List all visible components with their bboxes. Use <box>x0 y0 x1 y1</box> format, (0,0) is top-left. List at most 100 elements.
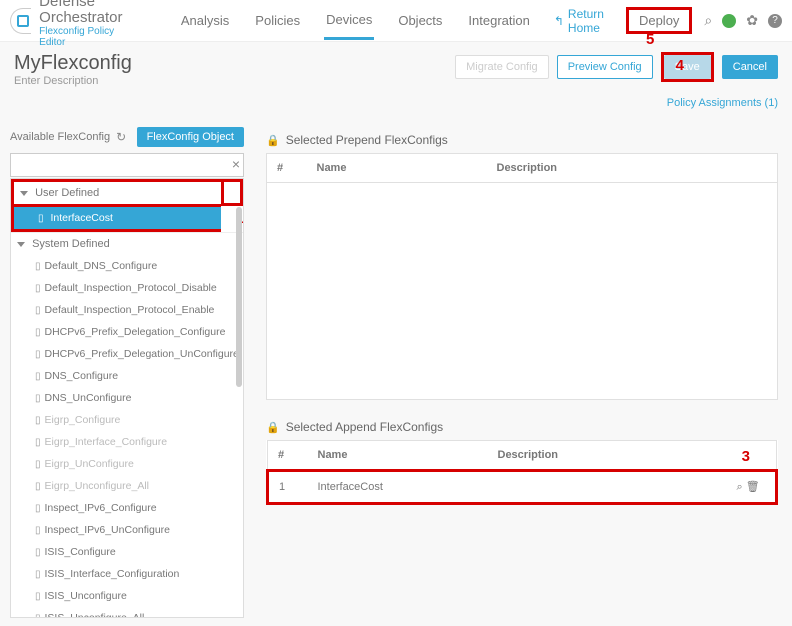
scrollbar-thumb[interactable] <box>236 207 242 387</box>
brand-title: Defense Orchestrator <box>39 0 139 26</box>
tree-item[interactable]: ▯DHCPv6_Prefix_Delegation_Configure <box>11 321 243 343</box>
lock-icon: 🔒 <box>266 421 280 434</box>
cloud-logo-icon <box>10 8 31 34</box>
nav-integration[interactable]: Integration <box>466 3 531 38</box>
col-name: Name <box>307 154 487 183</box>
help-icon[interactable]: ? <box>768 14 782 28</box>
flexconfig-search-input[interactable] <box>10 153 244 177</box>
prepend-empty-body <box>277 191 767 391</box>
flexconfig-item-icon: ▯ <box>35 591 41 602</box>
page-subtitle: Enter Description <box>14 75 132 87</box>
tree-item[interactable]: ▯ISIS_Configure <box>11 541 243 563</box>
save-button[interactable]: Save <box>664 55 711 79</box>
search-icon[interactable]: ⌕ <box>704 12 712 29</box>
flexconfig-item-icon: ▯ <box>35 525 41 536</box>
return-arrow-icon: ↰ <box>554 14 564 28</box>
append-table: # Name Description 1 InterfaceCost ⌕ 🗑 <box>266 440 778 505</box>
gear-icon[interactable]: ✿ <box>746 12 758 29</box>
flexconfig-object-button[interactable]: FlexConfig Object <box>137 127 244 147</box>
available-flexconfig-label: Available FlexConfig <box>10 131 110 143</box>
tree-item[interactable]: ▯Default_DNS_Configure <box>11 255 243 277</box>
tree-item[interactable]: ▯Eigrp_Configure <box>11 409 243 431</box>
right-panel: 🔒 Selected Prepend FlexConfigs # Name De… <box>252 119 792 626</box>
page-actions: Migrate Config Preview Config Save 4 Can… <box>455 52 778 82</box>
tree-item[interactable]: ▯ISIS_Unconfigure_All <box>11 607 243 618</box>
col-actions <box>727 441 777 471</box>
tree-item[interactable]: ▯Eigrp_Interface_Configure <box>11 431 243 453</box>
refresh-icon[interactable]: ↻ <box>116 130 126 144</box>
flexconfig-item-icon: ▯ <box>35 547 41 558</box>
nav-analysis[interactable]: Analysis <box>179 3 231 38</box>
group-system-defined[interactable]: System Defined <box>11 232 243 255</box>
page-bar: MyFlexconfig Enter Description Migrate C… <box>0 42 792 93</box>
callout-3: 3 <box>742 448 750 465</box>
col-num: # <box>267 154 307 183</box>
tree-item[interactable]: ▯Default_Inspection_Protocol_Enable <box>11 299 243 321</box>
brand-subtitle: Flexconfig Policy Editor <box>39 26 139 48</box>
col-actions <box>728 154 778 183</box>
tree-item[interactable]: ▯DHCPv6_Prefix_Delegation_UnConfigure <box>11 343 243 365</box>
return-home-link[interactable]: ↰ Return Home <box>554 7 604 35</box>
chevron-down-icon <box>17 242 25 247</box>
tree-item[interactable]: ▯DNS_Configure <box>11 365 243 387</box>
flexconfig-item-icon: ▯ <box>35 437 41 448</box>
row-name: InterfaceCost <box>308 471 488 504</box>
chevron-down-icon <box>20 191 28 196</box>
app-header: Defense Orchestrator Flexconfig Policy E… <box>0 0 792 42</box>
nav-deploy[interactable]: Deploy <box>626 7 692 34</box>
cancel-button[interactable]: Cancel <box>722 55 778 79</box>
col-num: # <box>268 441 308 471</box>
tree-item[interactable]: ▯Inspect_IPv6_Configure <box>11 497 243 519</box>
migrate-config-button[interactable]: Migrate Config <box>455 55 549 79</box>
nav-policies[interactable]: Policies <box>253 3 302 38</box>
flexconfig-item-icon: ▯ <box>35 305 41 316</box>
clear-search-icon[interactable]: × <box>232 156 240 172</box>
flexconfig-item-icon: ▯ <box>38 213 44 224</box>
flexconfig-item-icon: ▯ <box>35 613 41 618</box>
tree-item[interactable]: ▯ISIS_Unconfigure <box>11 585 243 607</box>
flexconfig-tree: User Defined 2 ▯ InterfaceCost 1 <box>10 178 244 618</box>
status-ok-icon[interactable] <box>722 14 736 28</box>
prepend-table: # Name Description <box>266 153 778 400</box>
append-row-1[interactable]: 1 InterfaceCost ⌕ 🗑 <box>268 471 777 504</box>
tree-item[interactable]: ▯ISIS_Interface_Configuration <box>11 563 243 585</box>
flexconfig-item-icon: ▯ <box>35 349 41 360</box>
nav-devices[interactable]: Devices <box>324 2 374 40</box>
preview-config-button[interactable]: Preview Config <box>557 55 653 79</box>
prepend-section-head: 🔒 Selected Prepend FlexConfigs <box>266 133 778 147</box>
main-area: Available FlexConfig ↻ FlexConfig Object… <box>0 119 792 626</box>
view-icon[interactable]: ⌕ <box>737 481 743 493</box>
lock-icon: 🔒 <box>266 134 280 147</box>
tree-item[interactable]: ▯Eigrp_Unconfigure_All <box>11 475 243 497</box>
flexconfig-item-icon: ▯ <box>35 371 41 382</box>
flexconfig-item-icon: ▯ <box>35 503 41 514</box>
system-defined-label: System Defined <box>32 238 110 250</box>
flexconfig-item-icon: ▯ <box>35 481 41 492</box>
policy-assignments-link[interactable]: Policy Assignments (1) <box>0 93 792 119</box>
top-nav: Analysis Policies Devices Objects Integr… <box>179 2 693 40</box>
user-defined-label: User Defined <box>35 187 99 199</box>
interfacecost-label: InterfaceCost <box>50 212 112 224</box>
append-section-head: 🔒 Selected Append FlexConfigs <box>266 420 778 434</box>
callout-4: 4 <box>676 57 684 74</box>
brand-block: Defense Orchestrator Flexconfig Policy E… <box>39 0 139 48</box>
callout-5: 5 <box>646 31 654 48</box>
row-num: 1 <box>268 471 308 504</box>
left-panel: Available FlexConfig ↻ FlexConfig Object… <box>0 119 252 626</box>
nav-objects[interactable]: Objects <box>396 3 444 38</box>
group-user-defined[interactable]: User Defined <box>11 179 221 207</box>
delete-icon[interactable]: 🗑 <box>746 481 760 493</box>
tree-item[interactable]: ▯DNS_UnConfigure <box>11 387 243 409</box>
save-highlight: Save 4 <box>661 52 714 82</box>
return-home-label: Return Home <box>568 7 604 35</box>
tree-item[interactable]: ▯Default_Inspection_Protocol_Disable <box>11 277 243 299</box>
tree-item[interactable]: ▯Inspect_IPv6_UnConfigure <box>11 519 243 541</box>
add-arrow-highlight[interactable] <box>221 179 243 206</box>
prepend-title: Selected Prepend FlexConfigs <box>286 133 448 147</box>
page-title: MyFlexconfig <box>14 52 132 75</box>
tree-item-interfacecost[interactable]: ▯ InterfaceCost <box>14 207 221 229</box>
flexconfig-item-icon: ▯ <box>35 327 41 338</box>
row-desc <box>488 471 727 504</box>
flexconfig-item-icon: ▯ <box>35 415 41 426</box>
tree-item[interactable]: ▯Eigrp_UnConfigure <box>11 453 243 475</box>
